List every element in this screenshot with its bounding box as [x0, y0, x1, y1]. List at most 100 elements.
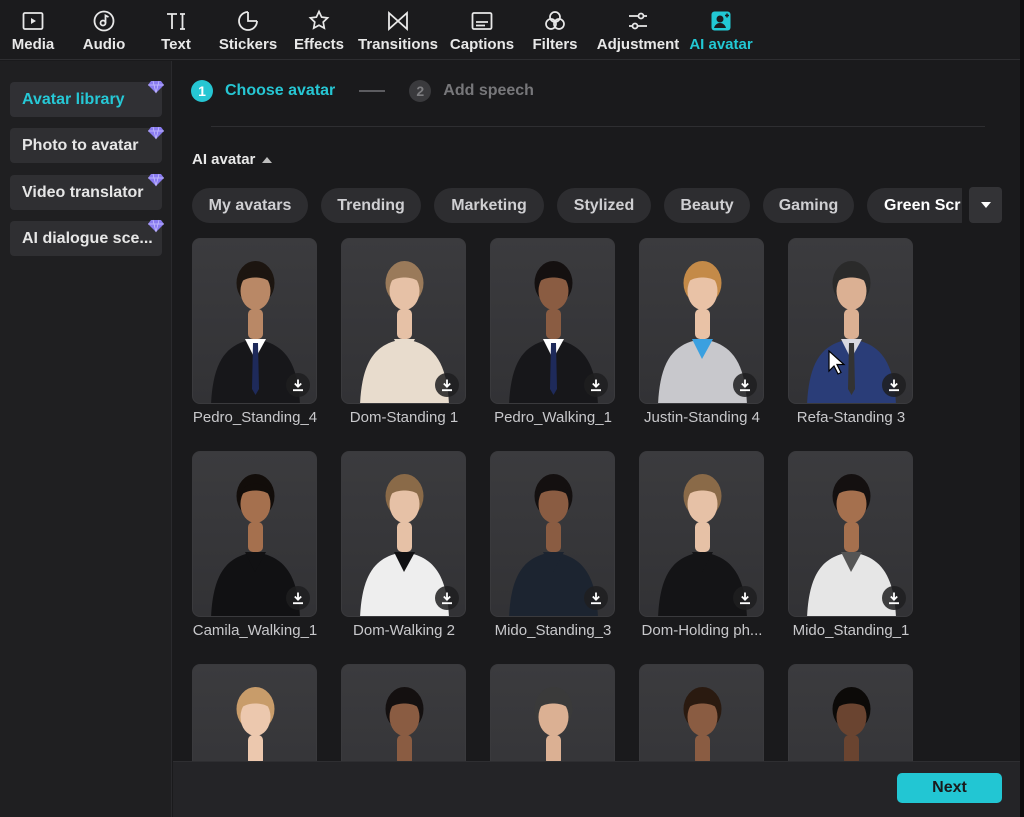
avatar-thumbnail — [788, 451, 913, 617]
sidebar-item-video-translator[interactable]: Video translator — [10, 175, 162, 210]
adjustment-icon — [624, 8, 652, 34]
avatar-card[interactable]: Dom-Walking 2 — [341, 451, 466, 639]
avatar-portrait-image — [534, 687, 573, 761]
avatar-thumbnail — [490, 451, 615, 617]
toolbar-audio[interactable]: Audio — [64, 0, 144, 60]
chip-stylized[interactable]: Stylized — [557, 188, 651, 223]
main-panel: 1 Choose avatar 2 Add speech AI avatar M… — [173, 61, 1020, 761]
chip-my-avatars[interactable]: My avatars — [192, 188, 308, 223]
more-categories-button[interactable] — [969, 187, 1002, 223]
avatar-name: Dom-Walking 2 — [353, 622, 455, 639]
sidebar-item-label: Photo to avatar — [22, 136, 139, 154]
download-icon[interactable] — [882, 586, 906, 610]
download-icon[interactable] — [435, 586, 459, 610]
avatar-thumbnail — [341, 664, 466, 761]
avatar-name: Mido_Standing_1 — [792, 622, 910, 639]
toolbar-label: Media — [11, 36, 55, 53]
toolbar-label: Audio — [82, 36, 126, 53]
avatar-thumbnail — [639, 238, 764, 404]
avatar-thumbnail — [639, 451, 764, 617]
toolbar-captions[interactable]: Captions — [446, 0, 518, 60]
avatar-card[interactable] — [639, 664, 764, 761]
download-icon[interactable] — [733, 586, 757, 610]
avatar-name: Camila_Walking_1 — [192, 622, 318, 639]
premium-gem-icon — [148, 219, 164, 233]
avatar-name: Pedro_Standing_4 — [192, 409, 318, 426]
stickers-icon — [234, 8, 262, 34]
chip-gaming[interactable]: Gaming — [763, 188, 854, 223]
avatar-portrait-image — [236, 687, 275, 761]
avatar-name: Justin-Standing 4 — [644, 409, 760, 426]
chip-trending[interactable]: Trending — [321, 188, 421, 223]
filters-icon — [541, 8, 569, 34]
avatar-card[interactable]: Pedro_Walking_1 — [490, 238, 615, 426]
stepper: 1 Choose avatar 2 Add speech — [191, 79, 534, 103]
next-button[interactable]: Next — [897, 773, 1002, 803]
toolbar-effects[interactable]: Effects — [288, 0, 350, 60]
chip-beauty[interactable]: Beauty — [664, 188, 750, 223]
avatar-card[interactable]: Refa-Standing 3 — [788, 238, 913, 426]
toolbar-label: Filters — [532, 36, 578, 53]
avatar-card[interactable]: Mido_Standing_3 — [490, 451, 615, 639]
download-icon[interactable] — [882, 373, 906, 397]
step-1-badge: 1 — [191, 80, 213, 102]
avatar-thumbnail — [192, 238, 317, 404]
sidebar-item-ai-dialogue[interactable]: AI dialogue sce... — [10, 221, 162, 256]
toolbar-ai-avatar[interactable]: AI avatar — [684, 0, 758, 60]
download-icon[interactable] — [286, 586, 310, 610]
avatar-thumbnail — [788, 238, 913, 404]
sidebar-item-avatar-library[interactable]: Avatar library — [10, 82, 162, 117]
download-icon[interactable] — [733, 373, 757, 397]
toolbar-label: Transitions — [357, 36, 439, 53]
avatar-card[interactable]: Mido_Standing_1 — [788, 451, 913, 639]
avatar-thumbnail — [639, 664, 764, 761]
step-1-label: Choose avatar — [225, 82, 336, 99]
avatar-card[interactable] — [341, 664, 466, 761]
avatar-card[interactable]: Dom-Holding ph... — [639, 451, 764, 639]
category-chips: My avatars Trending Marketing Stylized B… — [192, 188, 962, 223]
avatar-card[interactable]: Pedro_Standing_4 — [192, 238, 317, 426]
toolbar-text[interactable]: Text — [144, 0, 208, 60]
toolbar-adjustment[interactable]: Adjustment — [592, 0, 684, 60]
audio-icon — [90, 8, 118, 34]
premium-gem-icon — [148, 80, 164, 94]
avatar-card[interactable] — [192, 664, 317, 761]
sidebar-item-photo-to-avatar[interactable]: Photo to avatar — [10, 128, 162, 163]
download-icon[interactable] — [584, 586, 608, 610]
download-icon[interactable] — [584, 373, 608, 397]
avatar-card[interactable] — [490, 664, 615, 761]
toolbar-media[interactable]: Media — [2, 0, 64, 60]
sidebar-item-label: Video translator — [22, 183, 144, 201]
avatar-name: Pedro_Walking_1 — [494, 409, 612, 426]
captions-icon — [468, 8, 496, 34]
toolbar-stickers[interactable]: Stickers — [208, 0, 288, 60]
transitions-icon — [384, 8, 412, 34]
avatar-thumbnail — [192, 451, 317, 617]
avatar-card[interactable] — [788, 664, 913, 761]
effects-icon — [305, 8, 333, 34]
avatar-card[interactable]: Justin-Standing 4 — [639, 238, 764, 426]
divider — [211, 126, 985, 127]
avatar-card[interactable]: Camila_Walking_1 — [192, 451, 317, 639]
download-icon[interactable] — [286, 373, 310, 397]
avatar-thumbnail — [192, 664, 317, 761]
top-toolbar: Media Audio Text Stickers Effects Transi… — [0, 0, 1020, 60]
chevron-down-icon — [980, 202, 991, 208]
avatar-name: Refa-Standing 3 — [796, 409, 906, 426]
download-icon[interactable] — [435, 373, 459, 397]
toolbar-transitions[interactable]: Transitions — [350, 0, 446, 60]
step-2-badge: 2 — [409, 80, 432, 102]
media-icon — [19, 8, 47, 34]
chip-marketing[interactable]: Marketing — [434, 188, 544, 223]
chip-green-screen[interactable]: Green Scr — [867, 188, 962, 223]
avatar-grid: Pedro_Standing_4 Dom-Standing 1 Pedro_Walk… — [192, 238, 952, 761]
toolbar-label: AI avatar — [689, 36, 753, 53]
toolbar-filters[interactable]: Filters — [518, 0, 592, 60]
text-icon — [162, 8, 190, 34]
toolbar-label: Text — [161, 36, 191, 53]
avatar-thumbnail — [490, 664, 615, 761]
avatar-card[interactable]: Dom-Standing 1 — [341, 238, 466, 426]
section-toggle[interactable]: AI avatar — [192, 151, 273, 168]
sidebar-item-label: Avatar library — [22, 90, 125, 108]
avatar-portrait-image — [385, 687, 424, 761]
